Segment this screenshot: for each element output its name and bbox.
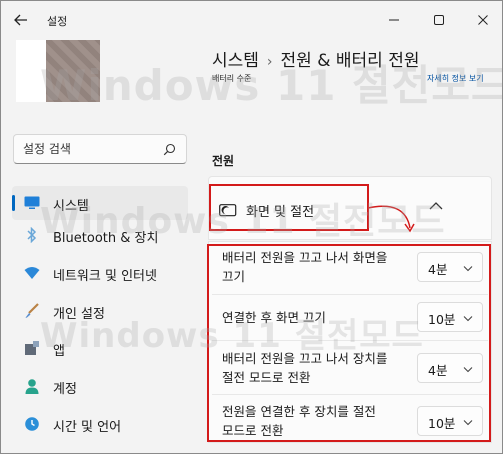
dropdown-value: 4분 <box>428 262 448 277</box>
avatar-texture <box>46 40 100 102</box>
chevron-up-icon[interactable] <box>428 200 444 212</box>
sidebar-item-accounts[interactable]: 계정 <box>12 369 188 403</box>
person-icon <box>24 378 40 394</box>
sidebar-item-network[interactable]: 네트워크 및 인터넷 <box>12 256 188 290</box>
row-label-line: 배터리 전원을 끄고 나서 화면을 <box>222 250 388 265</box>
sidebar-item-label: 시스템 <box>53 199 89 214</box>
sidebar-item-personalization[interactable]: 개인 설정 <box>12 294 188 328</box>
sidebar-item-system[interactable]: 시스템 <box>12 186 188 220</box>
row-label-battery-sleep: 배터리 전원을 끄고 나서 장치를 절전 모드로 전환 <box>222 349 387 387</box>
row-label-line: 전원을 연결한 후 장치를 절전 <box>222 404 376 419</box>
sidebar-item-apps[interactable]: 앱 <box>12 331 188 365</box>
page-title: 전원 & 배터리 전원 <box>280 51 420 71</box>
battery-details-link[interactable]: 자세히 정보 보기 <box>427 73 484 84</box>
monitor-icon <box>24 195 40 211</box>
back-button[interactable] <box>12 11 30 29</box>
breadcrumb-parent[interactable]: 시스템 <box>212 51 259 71</box>
row-label-battery-screen-off: 배터리 전원을 끄고 나서 화면을 끄기 <box>222 248 387 286</box>
search-icon[interactable] <box>163 143 176 156</box>
row-divider <box>212 294 488 295</box>
chevron-down-icon <box>463 266 473 272</box>
active-indicator <box>12 195 15 211</box>
brush-icon <box>24 303 40 319</box>
breadcrumb: 시스템 › 전원 & 배터리 전원 <box>212 46 419 71</box>
settings-search-input[interactable] <box>23 142 163 156</box>
row-label-line: 끄기 <box>222 269 246 284</box>
minimize-button[interactable] <box>384 10 404 30</box>
dropdown-value: 10분 <box>428 312 456 327</box>
sidebar-item-time-language[interactable]: 시간 및 언어 <box>12 407 188 441</box>
close-button[interactable] <box>473 10 493 30</box>
breadcrumb-separator: › <box>266 54 273 70</box>
maximize-button[interactable] <box>429 10 449 30</box>
screen-sleep-title: 화면 및 절전 <box>246 205 315 220</box>
minimize-icon <box>389 19 399 21</box>
sidebar-item-bluetooth[interactable]: Bluetooth & 장치 <box>12 218 188 252</box>
title-bar: 설정 <box>0 0 503 40</box>
chevron-down-icon <box>463 420 473 426</box>
row-divider <box>212 340 488 341</box>
row-label-line: 배터리 전원을 끄고 나서 장치를 <box>222 351 388 366</box>
sidebar-item-label: 시간 및 언어 <box>53 420 122 435</box>
dropdown-value: 10분 <box>428 416 456 431</box>
chevron-down-icon <box>463 316 473 322</box>
sidebar-item-label: 네트워크 및 인터넷 <box>53 269 157 284</box>
close-icon <box>478 15 488 25</box>
apps-icon <box>24 340 40 356</box>
bluetooth-icon <box>24 227 40 243</box>
sidebar-item-label: Bluetooth & 장치 <box>53 231 159 246</box>
arrow-left-icon <box>14 14 27 26</box>
row-label-plugged-sleep: 전원을 연결한 후 장치를 절전 모드로 전환 <box>222 402 376 440</box>
battery-sleep-dropdown[interactable]: 4분 <box>417 353 483 383</box>
row-label-line: 절전 모드로 전환 <box>222 370 311 385</box>
row-label-plugged-screen-off: 연결한 후 화면 끄기 <box>222 308 326 327</box>
sidebar-item-label: 계정 <box>53 382 77 397</box>
dropdown-value: 4분 <box>428 363 448 378</box>
plugged-screen-off-dropdown[interactable]: 10분 <box>417 302 483 332</box>
app-title: 설정 <box>47 15 68 28</box>
row-label-line: 연결한 후 화면 끄기 <box>222 310 326 325</box>
settings-search-box[interactable] <box>13 134 187 164</box>
wifi-icon <box>24 265 40 281</box>
chevron-down-icon <box>463 367 473 373</box>
plugged-sleep-dropdown[interactable]: 10분 <box>417 406 483 436</box>
sidebar-item-label: 앱 <box>53 344 65 359</box>
row-label-line: 모드로 전환 <box>222 423 284 438</box>
section-title-power: 전원 <box>212 154 235 168</box>
maximize-icon <box>434 15 444 25</box>
battery-screen-off-dropdown[interactable]: 4분 <box>417 252 483 282</box>
row-divider <box>212 394 488 395</box>
battery-level-label: 배터리 수준 <box>212 74 252 83</box>
sidebar-item-label: 개인 설정 <box>53 307 105 322</box>
globe-clock-icon <box>24 416 40 432</box>
screen-sleep-icon <box>219 204 237 217</box>
